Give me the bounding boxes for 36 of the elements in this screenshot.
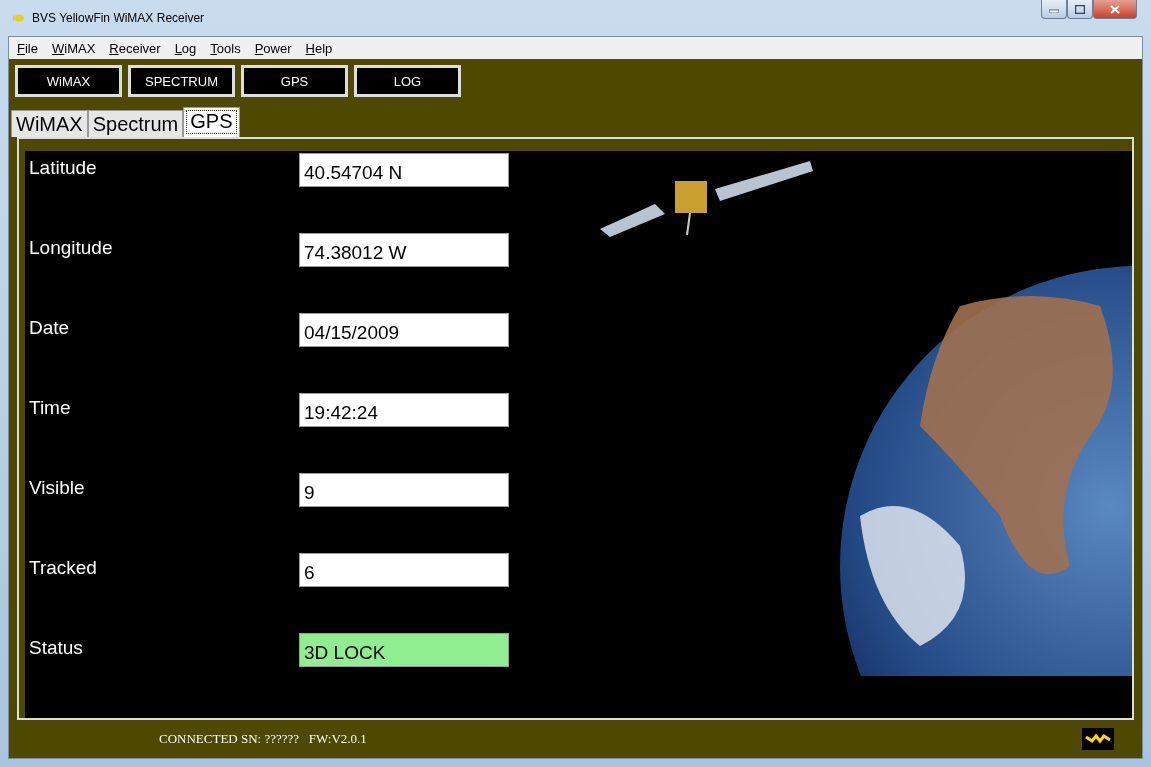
value-field[interactable]: 04/15/2009 (299, 313, 509, 347)
toolbar-button[interactable]: SPECTRUM (128, 65, 235, 97)
menu-item[interactable]: Receiver (109, 40, 161, 56)
field-label: Date (28, 317, 71, 339)
tab[interactable]: Spectrum (87, 110, 184, 137)
menu-item[interactable]: Log (174, 40, 197, 56)
field-label: Longitude (28, 237, 114, 259)
field-label: Latitude (28, 157, 98, 179)
menu-item[interactable]: Help (305, 40, 333, 56)
toolbar-button[interactable]: LOG (354, 65, 461, 97)
fish-icon (12, 13, 26, 23)
field-label: Visible (28, 477, 86, 499)
maximize-icon (1075, 4, 1085, 14)
field-label: Tracked (28, 557, 98, 579)
menu-item[interactable]: File (17, 40, 38, 56)
close-button[interactable] (1093, 0, 1137, 19)
menu-item[interactable]: Power (254, 40, 292, 56)
value-field[interactable]: 6 (299, 553, 509, 587)
maximize-button[interactable] (1067, 0, 1093, 19)
window-title: BVS YellowFin WiMAX Receiver (32, 11, 205, 25)
value-field[interactable]: 74.38012 W (299, 233, 509, 267)
value-field[interactable]: 9 (299, 473, 509, 507)
toolbar-button[interactable]: WiMAX (15, 65, 122, 97)
value-field[interactable]: 19:42:24 (299, 393, 509, 427)
value-field[interactable]: 40.54704 N (299, 153, 509, 187)
status-text: CONNECTED SN: ?????? FW:V2.0.1 (159, 731, 367, 747)
field-label: Time (28, 397, 72, 419)
close-icon (1110, 4, 1120, 14)
tab[interactable]: GPS (183, 107, 240, 137)
tab[interactable]: WiMAX (11, 110, 88, 137)
field-label: Status (28, 637, 84, 659)
value-field[interactable]: 3D LOCK (299, 633, 509, 667)
toolbar-button[interactable]: GPS (241, 65, 348, 97)
power-icon (1082, 728, 1114, 750)
menu-item[interactable]: WiMAX (51, 40, 96, 56)
menu-item[interactable]: Tools (210, 40, 241, 56)
